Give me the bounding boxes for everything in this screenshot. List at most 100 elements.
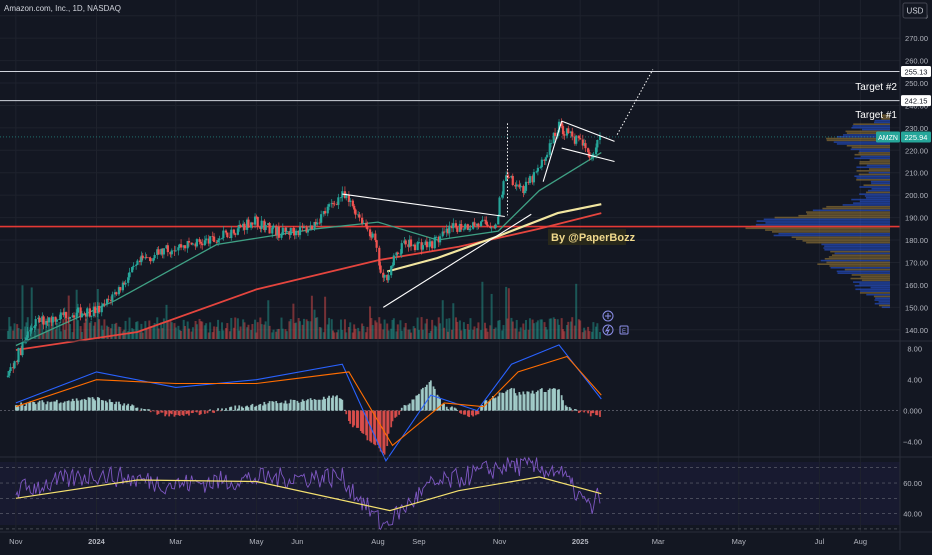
macd-histogram-bar bbox=[336, 395, 338, 411]
candle bbox=[218, 238, 221, 241]
macd-histogram-bar bbox=[17, 406, 20, 411]
candle bbox=[351, 200, 354, 206]
volume-profile-bar bbox=[878, 304, 890, 307]
macd-histogram-bar bbox=[544, 392, 547, 411]
candle bbox=[234, 233, 237, 235]
macd-histogram-bar bbox=[332, 395, 334, 411]
candle bbox=[362, 223, 365, 224]
volume-bar bbox=[230, 317, 233, 339]
macd-histogram-bar bbox=[293, 399, 296, 411]
volume-profile-bar bbox=[836, 143, 890, 145]
macd-histogram-bar bbox=[328, 395, 330, 411]
candle bbox=[361, 217, 364, 224]
price-axis[interactable]: 280.00270.00260.00250.00240.00230.00220.… bbox=[905, 12, 928, 335]
candle bbox=[199, 241, 202, 244]
volume-bar bbox=[201, 321, 204, 339]
macd-histogram-bar bbox=[268, 401, 271, 411]
volume-profile-bar bbox=[854, 153, 890, 156]
macd-histogram-bar bbox=[447, 409, 449, 411]
volume-bar bbox=[371, 325, 374, 339]
volume-profile-bar bbox=[868, 168, 890, 170]
macd-histogram-bar bbox=[366, 410, 369, 441]
macd-histogram-bar bbox=[519, 394, 522, 411]
price-tick-label: 180.00 bbox=[905, 236, 928, 245]
price-tick-label: 190.00 bbox=[905, 214, 928, 223]
volume-bar bbox=[507, 288, 510, 339]
macd-histogram-bar bbox=[362, 410, 365, 434]
candle bbox=[515, 184, 518, 187]
candle bbox=[42, 316, 45, 325]
volume-profile-bar bbox=[745, 227, 890, 230]
macd-histogram-bar bbox=[515, 395, 518, 411]
volume-profile-bar bbox=[859, 186, 890, 188]
volume-profile-bar bbox=[798, 214, 890, 217]
volume-bar bbox=[90, 320, 93, 339]
candle bbox=[596, 139, 599, 148]
macd-histogram-bar bbox=[165, 410, 168, 415]
volume-bar bbox=[299, 321, 301, 339]
symbol-title[interactable]: Amazon.com, Inc., 1D, NASDAQ bbox=[4, 4, 121, 13]
time-tick-label: Aug bbox=[371, 537, 384, 546]
candle bbox=[294, 230, 298, 236]
volume-bar bbox=[554, 318, 557, 339]
volume-profile-bar bbox=[812, 209, 890, 212]
candle bbox=[502, 181, 505, 195]
macd-histogram-bar bbox=[502, 393, 505, 411]
volume-bar bbox=[320, 327, 323, 339]
volume-profile-bar bbox=[871, 187, 890, 190]
macd-histogram-bar bbox=[148, 409, 151, 411]
macd-histogram-bar bbox=[219, 410, 222, 412]
macd-histogram-bar bbox=[276, 403, 279, 411]
macd-histogram-bar bbox=[42, 402, 45, 411]
candle bbox=[6, 375, 10, 377]
price-chart[interactable]: 280.00270.00260.00250.00240.00230.00220.… bbox=[0, 0, 932, 550]
macd-histogram-bar bbox=[456, 410, 459, 411]
macd-histogram-bar bbox=[161, 410, 164, 413]
volume-bar bbox=[410, 332, 413, 339]
volume-bar bbox=[21, 285, 24, 339]
volume-bar bbox=[324, 296, 327, 339]
volume-bar bbox=[289, 319, 292, 339]
volume-bar bbox=[540, 319, 543, 339]
volume-bar bbox=[567, 321, 570, 339]
macd-histogram-bar bbox=[63, 401, 66, 411]
currency-button[interactable]: USD bbox=[907, 7, 924, 16]
volume-bar bbox=[13, 323, 16, 339]
macd-histogram-bar bbox=[259, 403, 262, 411]
candle bbox=[536, 167, 539, 172]
volume-bar bbox=[452, 303, 455, 339]
volume-profile-bar bbox=[774, 216, 890, 219]
macd-histogram-bar bbox=[153, 410, 156, 412]
candle bbox=[72, 315, 76, 318]
volume-bar bbox=[222, 330, 225, 339]
time-tick-label: Nov bbox=[493, 537, 507, 546]
volume-profile-bar bbox=[874, 299, 890, 301]
candle bbox=[191, 243, 195, 245]
macd-histogram-bar bbox=[213, 410, 215, 413]
volume-bar bbox=[128, 317, 131, 339]
candle bbox=[268, 223, 271, 234]
volume-bar bbox=[115, 322, 118, 339]
volume-bar bbox=[256, 322, 259, 339]
macd-histogram-bar bbox=[132, 405, 135, 411]
volume-profile-bar bbox=[826, 261, 890, 264]
volume-bar bbox=[421, 329, 424, 339]
macd-histogram-bar bbox=[540, 388, 543, 411]
macd-tick-label: −4.00 bbox=[903, 438, 922, 447]
macd-histogram-bar bbox=[73, 400, 75, 411]
volume-profile-bar bbox=[765, 229, 890, 231]
volume-profile-bar bbox=[863, 184, 890, 187]
candle bbox=[280, 234, 283, 238]
candle bbox=[421, 245, 425, 250]
macd-histogram-bar bbox=[314, 399, 317, 411]
candle bbox=[256, 216, 259, 227]
macd-histogram-bar bbox=[182, 410, 185, 416]
macd-histogram-bar bbox=[242, 407, 245, 411]
macd-histogram-bar bbox=[119, 404, 122, 411]
candle bbox=[316, 222, 319, 225]
candle bbox=[203, 240, 206, 246]
rsi-tick-label: 40.00 bbox=[903, 510, 922, 519]
volume-bar bbox=[333, 332, 336, 339]
volume-bar bbox=[213, 326, 216, 339]
volume-bar bbox=[272, 329, 275, 339]
